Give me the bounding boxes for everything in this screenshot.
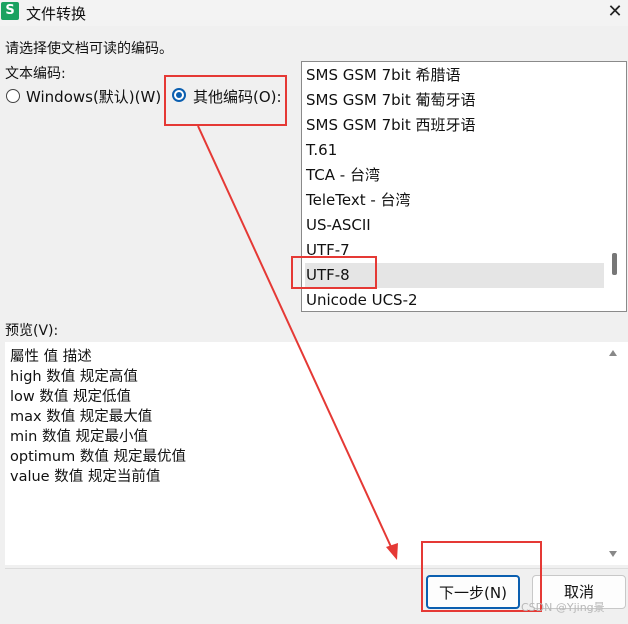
annotation-arrow	[197, 125, 398, 560]
annotation-arrow-line	[197, 125, 393, 550]
watermark: CSDN @Yjing景	[521, 601, 605, 614]
annotation-arrow-head	[386, 543, 398, 560]
